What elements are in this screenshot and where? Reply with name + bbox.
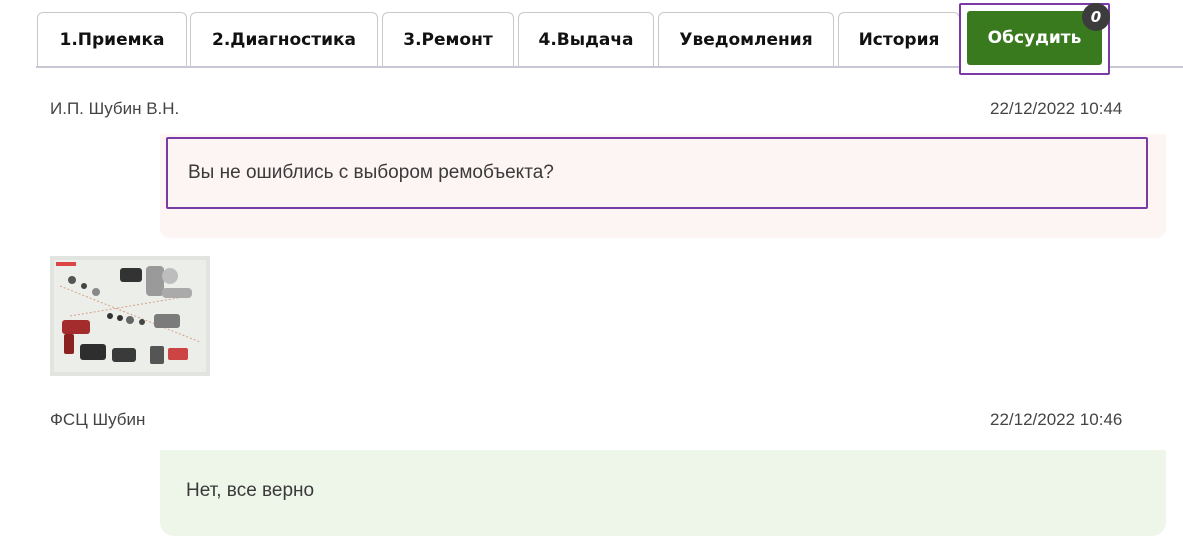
message-timestamp: 22/12/2022 10:44 [990,99,1123,118]
message-author: И.П. Шубин В.Н. [50,99,180,118]
tab-diagnostika[interactable]: 2.Диагностика [190,12,378,66]
message-bubble-admin: Вы не ошиблись с выбором ремобъекта? [160,134,1166,238]
message-author: ФСЦ Шубин [50,410,146,429]
message-bubble-user: Нет, все верно [160,450,1166,536]
tab-obsudit[interactable]: Обсудить 0 [959,3,1110,75]
parts-diagram-image [50,256,210,376]
tab-vydacha[interactable]: 4.Выдача [518,12,654,66]
message-text: Вы не ошиблись с выбором ремобъекта? [166,137,1148,209]
tab-remont[interactable]: 3.Ремонт [382,12,514,66]
unread-count-badge: 0 [1082,3,1110,31]
message-timestamp: 22/12/2022 10:46 [990,410,1123,429]
tab-uvedomleniya[interactable]: Уведомления [658,12,834,66]
tab-priemka[interactable]: 1.Приемка [37,12,187,66]
tab-istoriya[interactable]: История [838,12,960,66]
message-text: Нет, все верно [186,480,315,501]
attachment-thumbnail[interactable] [50,256,210,376]
